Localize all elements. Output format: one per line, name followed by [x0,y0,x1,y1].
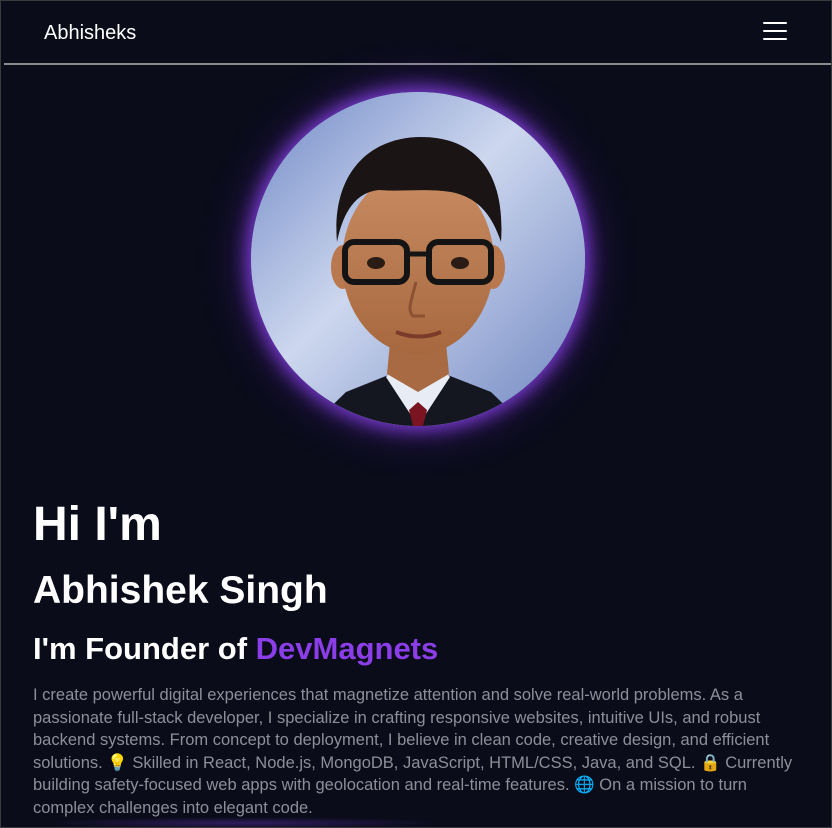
hamburger-menu-icon-middle [763,30,787,32]
profile-portrait-image [251,92,585,426]
browser-viewport: Abhisheks Hi I'm Abhishek Singh I'm Foun… [0,0,832,828]
hero-section: Hi I'm Abhishek Singh I'm Founder of Dev… [4,65,831,827]
bottom-glow-decoration [44,817,444,827]
brand-logo[interactable]: Abhisheks [44,21,136,45]
navbar: Abhisheks [4,1,831,65]
founder-prefix: I'm Founder of [33,631,256,666]
hamburger-menu-icon-bottom [763,38,787,40]
profile-avatar [251,92,585,426]
hero-founder-line: I'm Founder of DevMagnets [33,630,438,668]
hamburger-menu-button[interactable] [761,20,789,42]
hamburger-menu-icon [763,22,787,24]
company-name: DevMagnets [255,631,439,666]
hero-greeting: Hi I'm [33,498,162,551]
hero-name: Abhishek Singh [33,569,328,612]
hero-bio: I create powerful digital experiences th… [33,686,793,817]
